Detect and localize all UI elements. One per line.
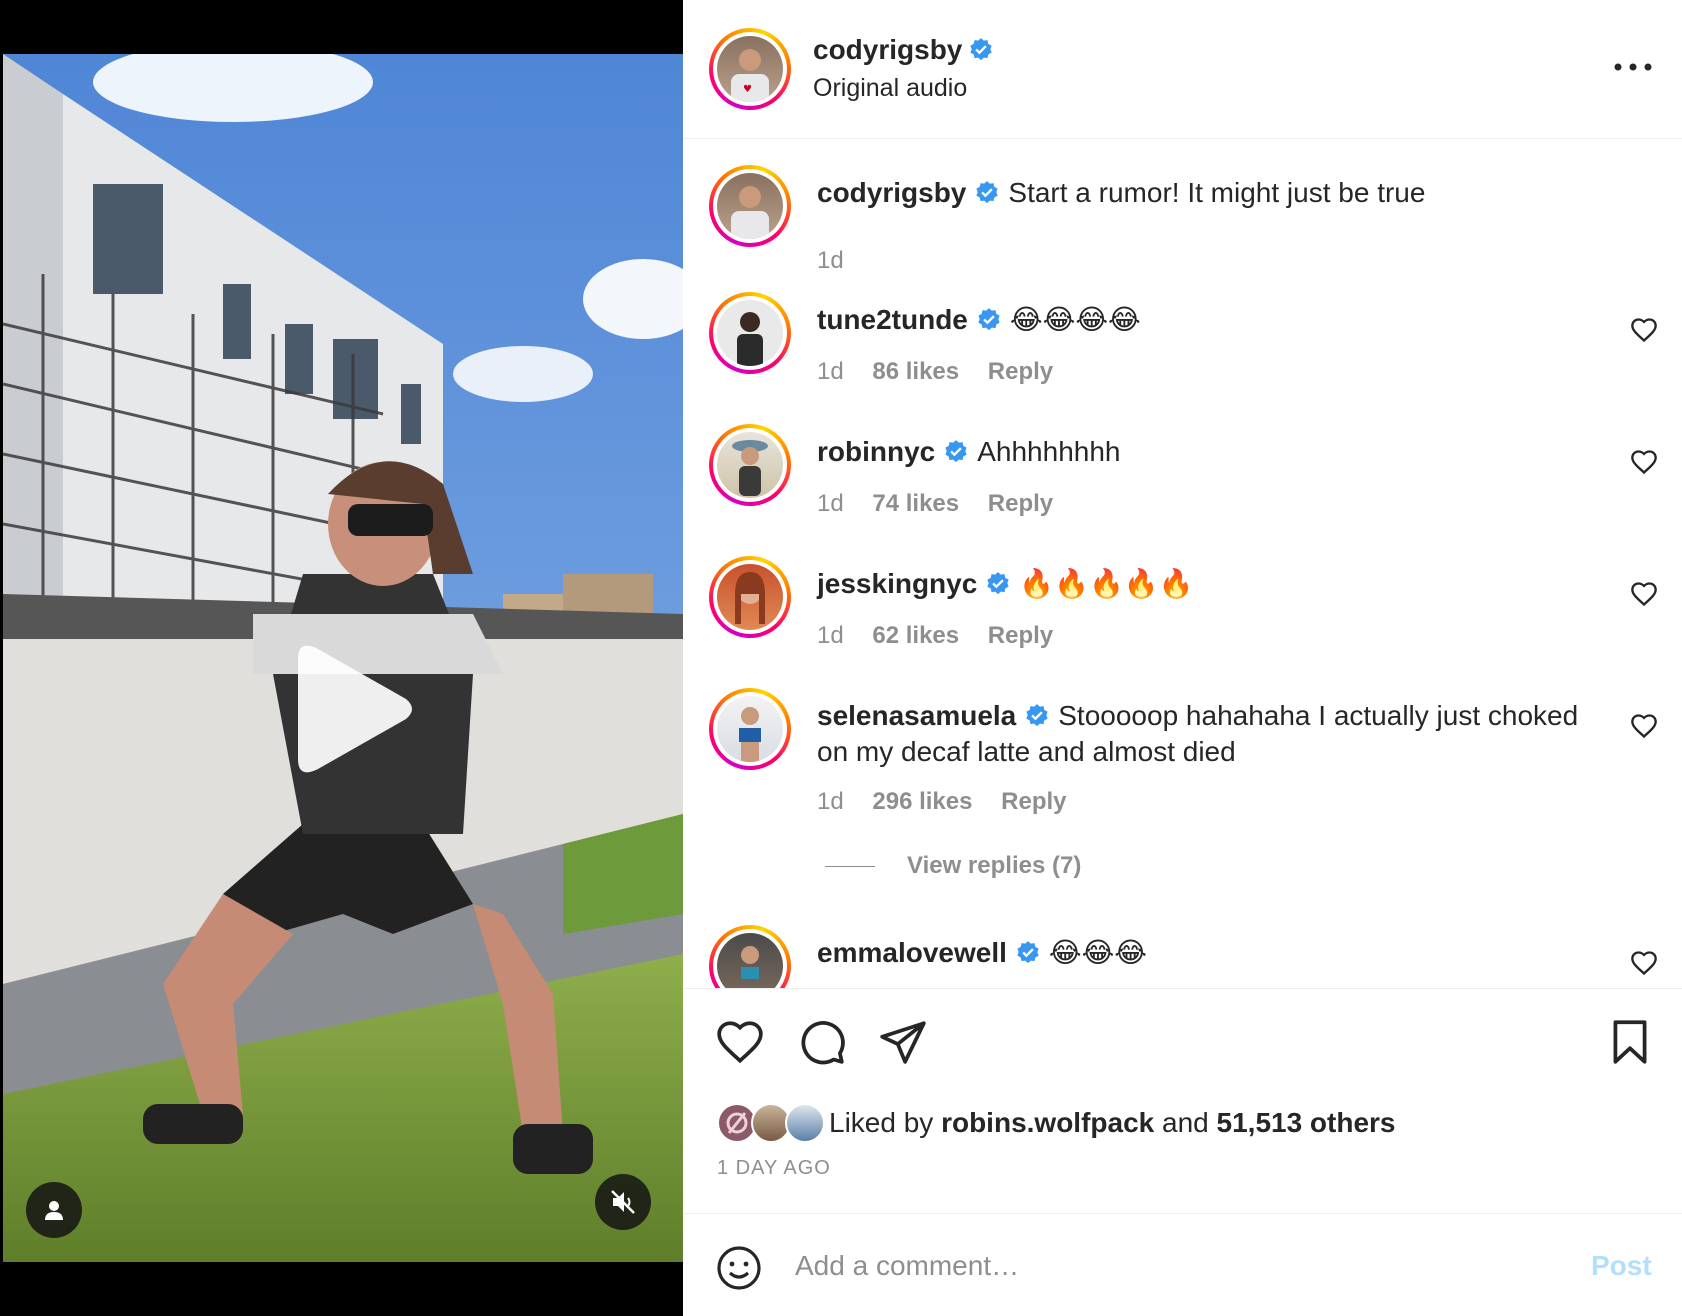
bookmark-icon[interactable]	[1605, 1017, 1655, 1067]
author-avatar[interactable]: ♥	[709, 28, 791, 110]
heart-icon[interactable]	[1630, 949, 1658, 977]
audio-label[interactable]: Original audio	[813, 74, 967, 103]
divider	[825, 866, 875, 868]
verified-badge-icon	[970, 38, 993, 61]
comment-input[interactable]	[795, 1240, 1515, 1292]
comment-likes[interactable]: 62 likes	[872, 622, 959, 649]
comment-likes[interactable]: 86 likes	[872, 358, 959, 385]
heart-icon[interactable]	[1630, 316, 1658, 344]
liked-by-text: Liked by robins.wolfpack and 51,513 othe…	[829, 1107, 1396, 1139]
reply-button[interactable]: Reply	[988, 490, 1053, 517]
comment-time: 1d	[817, 358, 844, 385]
mute-toggle-button[interactable]	[595, 1174, 651, 1230]
play-icon[interactable]	[288, 639, 418, 779]
comment-text: 😂😂😂	[1048, 937, 1148, 968]
heart-icon[interactable]	[1630, 448, 1658, 476]
comment-username[interactable]: tune2tunde	[817, 304, 968, 335]
commenter-avatar[interactable]	[709, 925, 791, 988]
verified-badge-icon	[945, 440, 967, 463]
comments-list[interactable]: codyrigsby Start a rumor! It might just b…	[683, 140, 1682, 988]
view-replies-label[interactable]: View replies (7)	[907, 852, 1081, 879]
emoji-icon[interactable]	[715, 1244, 763, 1292]
caption-username[interactable]: codyrigsby	[817, 177, 966, 208]
heart-icon[interactable]	[715, 1017, 765, 1067]
video-frame[interactable]	[3, 54, 683, 1262]
reply-button[interactable]: Reply	[988, 622, 1053, 649]
video-player[interactable]	[0, 0, 683, 1316]
tagged-users-button[interactable]	[26, 1182, 82, 1238]
post-actions: Liked by robins.wolfpack and 51,513 othe…	[683, 988, 1682, 1218]
comment-bubble-icon[interactable]	[797, 1017, 847, 1067]
comment-text: 🔥🔥🔥🔥🔥	[1019, 568, 1194, 599]
view-replies-button[interactable]: View replies (7)	[825, 852, 1081, 880]
muted-speaker-icon	[611, 1190, 635, 1214]
add-comment-bar: Post	[683, 1213, 1682, 1316]
post-header: ♥ codyrigsby Original audio	[683, 0, 1682, 139]
comment-username[interactable]: jesskingnyc	[817, 568, 977, 599]
comment-username[interactable]: emmalovewell	[817, 937, 1007, 968]
send-icon[interactable]	[878, 1017, 928, 1067]
post-date[interactable]: 1 DAY AGO	[717, 1157, 831, 1180]
comment-username[interactable]: selenasamuela	[817, 700, 1016, 731]
commenter-avatar[interactable]	[709, 292, 791, 374]
reply-button[interactable]: Reply	[1001, 788, 1066, 815]
comment-time: 1d	[817, 788, 844, 815]
liker-avatar[interactable]	[785, 1103, 825, 1143]
liked-by-avatars[interactable]	[717, 1103, 825, 1143]
more-options-icon[interactable]	[1608, 52, 1658, 82]
comment-likes[interactable]: 296 likes	[872, 788, 972, 815]
liked-by-username[interactable]: robins.wolfpack	[941, 1107, 1154, 1138]
verified-badge-icon	[1026, 704, 1048, 727]
heart-icon[interactable]	[1630, 712, 1658, 740]
commenter-avatar[interactable]	[709, 424, 791, 506]
caption-time: 1d	[817, 247, 844, 274]
author-avatar[interactable]	[709, 165, 791, 247]
verified-badge-icon	[978, 308, 1000, 331]
verified-badge-icon	[976, 181, 999, 204]
verified-badge-icon	[1017, 941, 1039, 964]
verified-badge-icon	[987, 572, 1009, 595]
caption-text: Start a rumor! It might just be true	[1008, 177, 1426, 208]
comment-time: 1d	[817, 622, 844, 649]
user-icon	[45, 1201, 63, 1220]
likes-count[interactable]: 51,513 others	[1217, 1107, 1396, 1138]
post-comment-button[interactable]: Post	[1591, 1250, 1652, 1282]
comment-likes[interactable]: 74 likes	[872, 490, 959, 517]
commenter-avatar[interactable]	[709, 556, 791, 638]
post-sidebar: ♥ codyrigsby Original audio codyrigsby St…	[683, 0, 1682, 1316]
liked-by-and: and	[1162, 1107, 1209, 1138]
comment-text: 😂😂😂😂	[1009, 304, 1141, 335]
comment-username[interactable]: robinnyc	[817, 436, 935, 467]
commenter-avatar[interactable]	[709, 688, 791, 770]
comment-time: 1d	[817, 490, 844, 517]
comment-text: Ahhhhhhhh	[977, 436, 1121, 467]
heart-icon[interactable]	[1630, 580, 1658, 608]
liked-by-prefix: Liked by	[829, 1107, 934, 1138]
liked-by-row: Liked by robins.wolfpack and 51,513 othe…	[717, 1101, 1396, 1145]
author-username[interactable]: codyrigsby	[813, 34, 962, 65]
reply-button[interactable]: Reply	[988, 358, 1053, 385]
svg-text:♥: ♥	[743, 84, 752, 95]
